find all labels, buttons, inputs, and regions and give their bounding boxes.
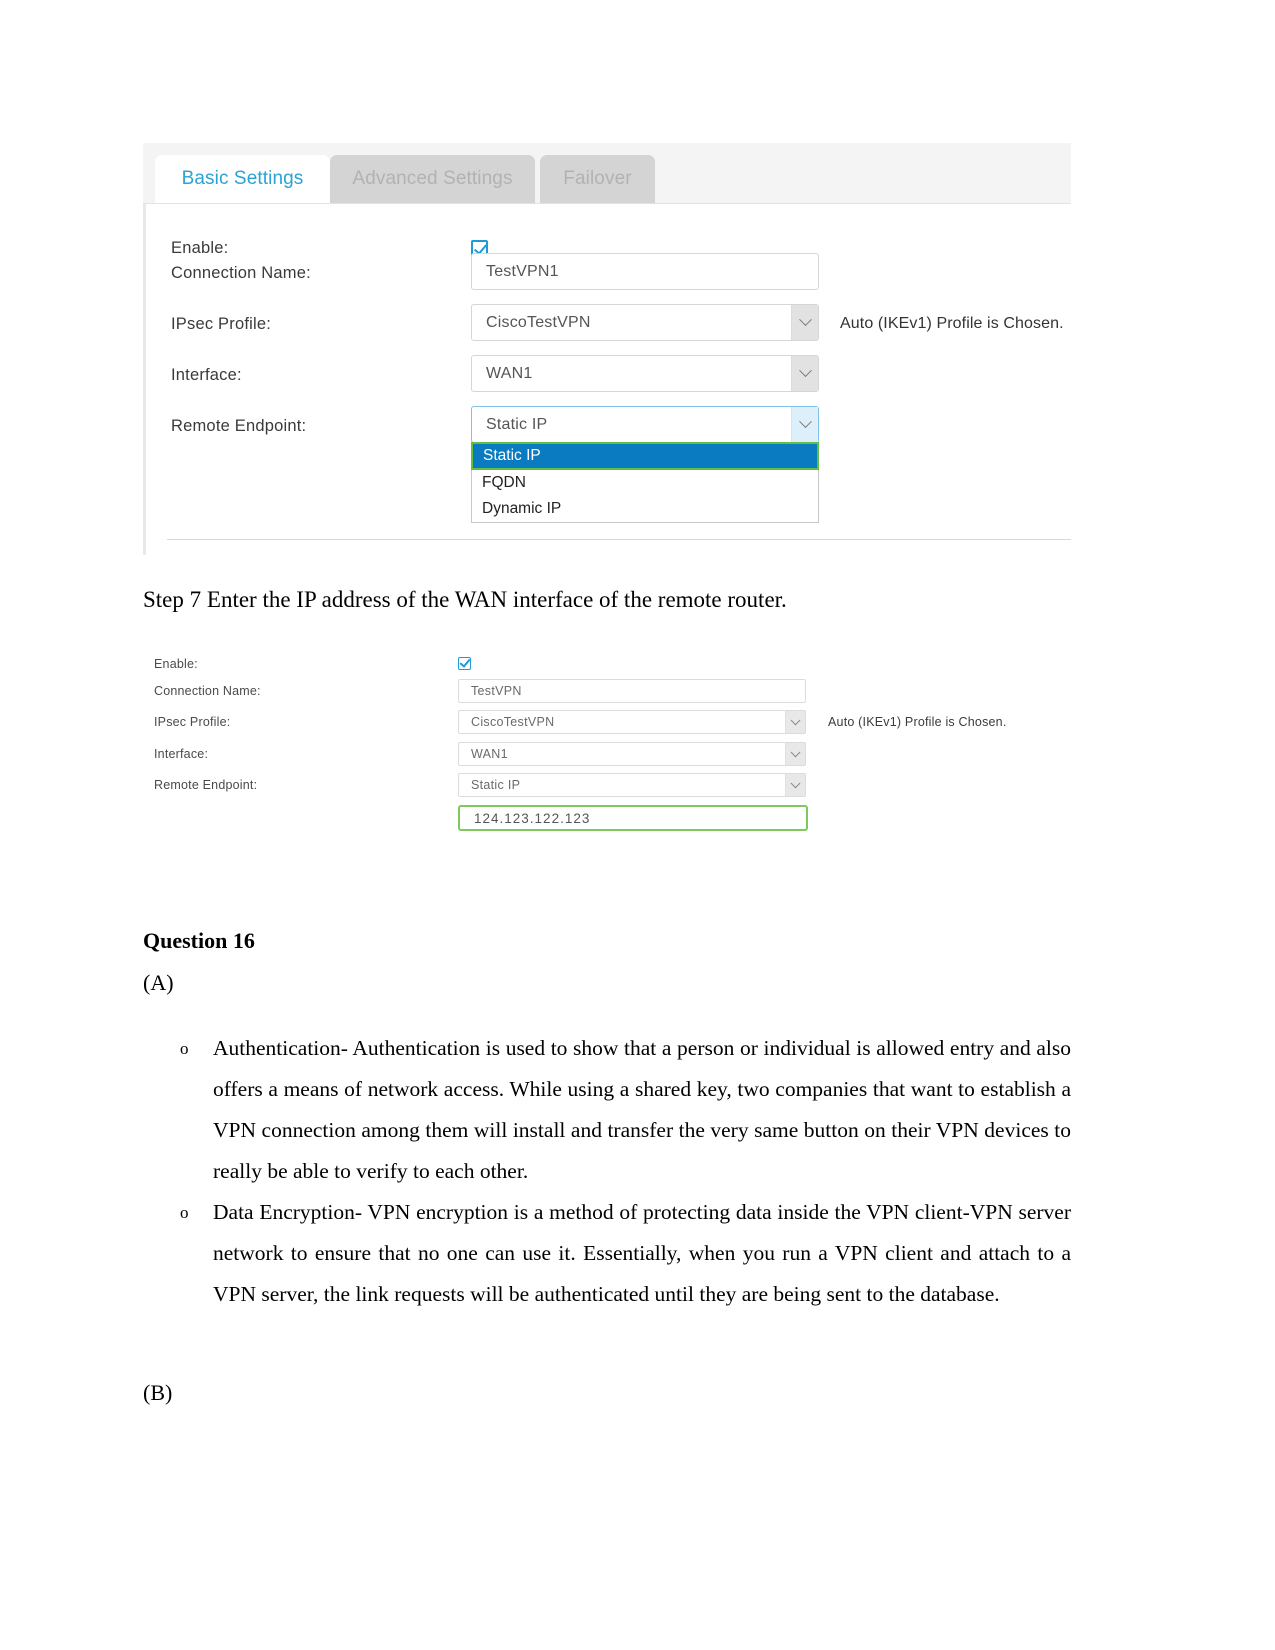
connection-name-input[interactable]: TestVPN1 <box>471 253 819 290</box>
list-item: o Data Encryption- VPN encryption is a m… <box>175 1192 1071 1315</box>
remote-endpoint-value-2: Static IP <box>471 778 521 792</box>
tab-basic-settings[interactable]: Basic Settings <box>155 155 330 203</box>
form2-row-connection-name: Connection Name: TestVPN <box>150 678 1070 709</box>
connection-name-label-2: Connection Name: <box>154 684 261 698</box>
list-item-text: Authentication- Authentication is used t… <box>213 1036 1071 1183</box>
chevron-down-icon[interactable] <box>791 305 818 340</box>
interface-value: WAN1 <box>486 364 533 382</box>
tab-bar: Basic Settings Advanced Settings Failove… <box>143 143 1071 204</box>
form2-row-ipsec-profile: IPsec Profile: CiscoTestVPN Auto (IKEv1)… <box>150 709 1070 741</box>
ipsec-profile-note-2: Auto (IKEv1) Profile is Chosen. <box>828 715 1007 729</box>
remote-endpoint-label-2: Remote Endpoint: <box>154 778 258 792</box>
connection-name-label: Connection Name: <box>171 264 311 282</box>
bullet-marker-icon: o <box>180 1203 189 1222</box>
dropdown-option-static-ip[interactable]: Static IP <box>471 442 819 470</box>
remote-ip-input[interactable]: 124.123.122.123 <box>458 805 808 831</box>
ipsec-profile-value: CiscoTestVPN <box>486 313 591 331</box>
part-b-label: (B) <box>143 1380 173 1405</box>
remote-endpoint-select-2[interactable]: Static IP <box>458 773 806 797</box>
form2-row-remote-ip: 124.123.122.123 <box>150 803 1070 834</box>
ipsec-profile-select[interactable]: CiscoTestVPN <box>471 304 819 341</box>
form-row-enable: Enable: <box>143 203 1071 257</box>
ipsec-profile-label: IPsec Profile: <box>171 315 272 333</box>
interface-label-2: Interface: <box>154 747 209 761</box>
bullet-marker-icon: o <box>180 1039 189 1058</box>
remote-endpoint-dropdown-list[interactable]: Static IP FQDN Dynamic IP <box>471 442 819 523</box>
basic-settings-form: Enable: Connection Name: TestVPN1 IPsec … <box>143 203 1071 523</box>
list-item: o Authentication- Authentication is used… <box>175 1028 1071 1192</box>
tab-advanced-settings[interactable]: Advanced Settings <box>330 155 535 203</box>
tab-basic-settings-label: Basic Settings <box>181 168 304 189</box>
enable-label-2: Enable: <box>154 657 198 671</box>
tab-advanced-settings-label: Advanced Settings <box>352 168 513 189</box>
form-row-ipsec-profile: IPsec Profile: CiscoTestVPN Auto (IKEv1)… <box>143 302 1071 353</box>
enable-checkbox-2[interactable] <box>458 657 471 670</box>
remote-endpoint-label: Remote Endpoint: <box>171 417 307 435</box>
ipsec-profile-note: Auto (IKEv1) Profile is Chosen. <box>840 315 1064 332</box>
form2-row-interface: Interface: WAN1 <box>150 741 1070 772</box>
interface-value-2: WAN1 <box>471 747 508 761</box>
interface-select[interactable]: WAN1 <box>471 355 819 392</box>
question-heading: Question 16 <box>143 928 255 953</box>
answer-bullet-list: o Authentication- Authentication is used… <box>175 1028 1071 1315</box>
remote-endpoint-value: Static IP <box>486 415 548 433</box>
interface-label: Interface: <box>171 366 242 384</box>
list-item-text: Data Encryption- VPN encryption is a met… <box>213 1200 1071 1306</box>
chevron-down-icon[interactable] <box>785 711 805 733</box>
dropdown-option-dynamic-ip[interactable]: Dynamic IP <box>472 496 818 522</box>
form-row-remote-endpoint: Remote Endpoint: Static IP Static IP FQD… <box>143 404 1071 523</box>
form-row-interface: Interface: WAN1 <box>143 353 1071 404</box>
chevron-down-icon[interactable] <box>791 407 818 442</box>
ipsec-profile-select-2[interactable]: CiscoTestVPN <box>458 710 806 734</box>
chevron-down-icon[interactable] <box>785 743 805 765</box>
remote-endpoint-select[interactable]: Static IP <box>471 406 819 443</box>
form2-row-enable: Enable: <box>150 651 1070 678</box>
chevron-down-icon[interactable] <box>785 774 805 796</box>
form-divider <box>167 539 1071 540</box>
part-a-label: (A) <box>143 970 174 995</box>
router-ui-screenshot-remote-ip: Enable: Connection Name: TestVPN IPsec P… <box>150 651 1070 841</box>
form-row-connection-name: Connection Name: TestVPN1 <box>143 251 1071 302</box>
tab-failover[interactable]: Failover <box>540 155 655 203</box>
chevron-down-icon[interactable] <box>791 356 818 391</box>
router-ui-screenshot-basic-settings: Basic Settings Advanced Settings Failove… <box>143 143 1071 555</box>
ipsec-profile-value-2: CiscoTestVPN <box>471 715 555 729</box>
connection-name-input-2[interactable]: TestVPN <box>458 679 806 703</box>
step-7-instruction: Step 7 Enter the IP address of the WAN i… <box>143 587 787 612</box>
ipsec-profile-label-2: IPsec Profile: <box>154 715 231 729</box>
dropdown-option-fqdn[interactable]: FQDN <box>472 470 818 496</box>
tab-failover-label: Failover <box>563 168 632 189</box>
interface-select-2[interactable]: WAN1 <box>458 742 806 766</box>
form2-row-remote-endpoint: Remote Endpoint: Static IP <box>150 772 1070 803</box>
